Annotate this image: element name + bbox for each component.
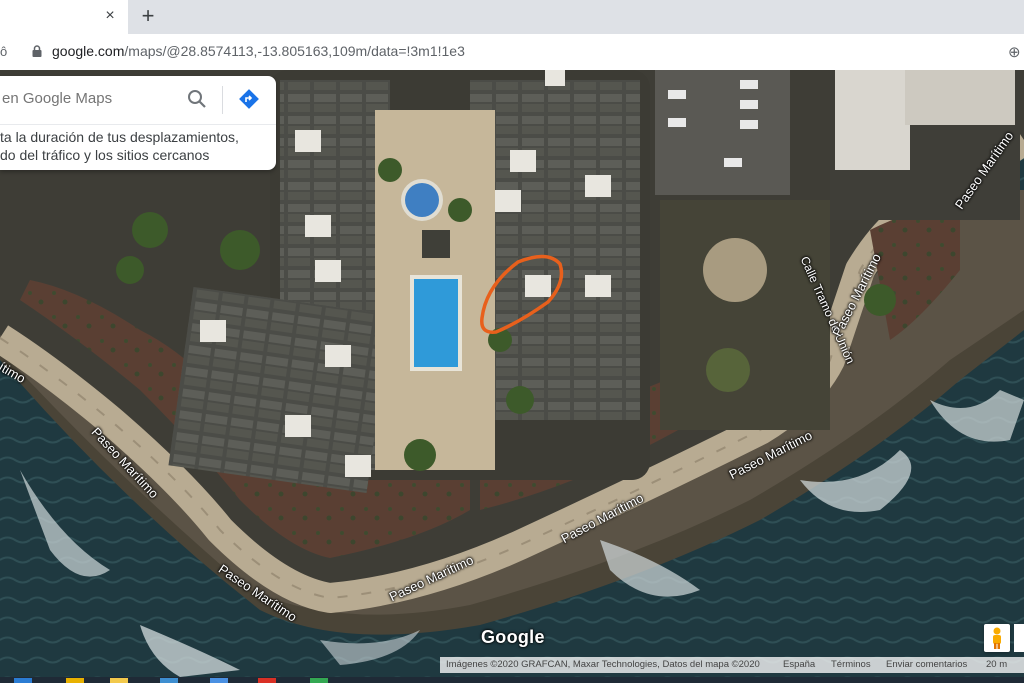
taskbar-app-icon[interactable] [14,678,32,683]
taskbar-chrome-icon[interactable] [258,678,276,683]
taskbar-app-icon[interactable] [210,678,228,683]
scale-label[interactable]: 20 m [986,659,1007,670]
feedback-link[interactable]: Enviar comentarios [886,659,967,670]
zoom-icon[interactable]: ⊕ [1008,43,1021,61]
imagery-credit: Imágenes ©2020 GRAFCAN, Maxar Technologi… [446,659,760,670]
url-path: /maps/@28.8574113,-13.805163,109m/data=!… [124,43,465,59]
taskbar-app-icon[interactable] [310,678,328,683]
promo-line-2: do del tráfico y los sitios cercanos [0,147,210,163]
url-host: google.com [52,43,125,59]
pegman-button[interactable] [984,624,1010,652]
search-panel: en Google Maps ta la duración de tus des… [0,76,276,170]
browser-tab[interactable]: × [0,0,128,34]
taskbar-app-icon[interactable] [66,678,84,683]
country-link[interactable]: España [783,659,815,670]
search-separator [222,86,223,114]
search-input[interactable]: en Google Maps [2,90,112,107]
search-icon[interactable] [186,88,208,110]
layer-button[interactable] [1014,624,1024,652]
close-tab-icon[interactable]: × [100,6,120,26]
reload-icon[interactable]: ô [0,44,7,59]
pegman-icon [993,627,1001,649]
new-tab-button[interactable]: + [137,4,159,28]
taskbar-app-icon[interactable] [160,678,178,683]
taskbar-folder-icon[interactable] [110,678,128,683]
promo-text[interactable]: ta la duración de tus desplazamientos, d… [0,128,260,164]
lock-icon [32,45,42,57]
directions-icon[interactable] [238,88,260,110]
os-taskbar [0,677,1024,683]
search-divider [0,124,276,125]
promo-line-1: ta la duración de tus desplazamientos, [0,129,239,145]
address-bar[interactable]: ô google.com/maps/@28.8574113,-13.805163… [0,34,1024,71]
google-logo: Google [481,627,545,647]
url-text[interactable]: google.com/maps/@28.8574113,-13.805163,1… [52,43,465,59]
attribution-bar: Imágenes ©2020 GRAFCAN, Maxar Technologi… [440,657,1024,673]
browser-tabstrip: × + [0,0,1024,34]
terms-link[interactable]: Términos [831,659,871,670]
